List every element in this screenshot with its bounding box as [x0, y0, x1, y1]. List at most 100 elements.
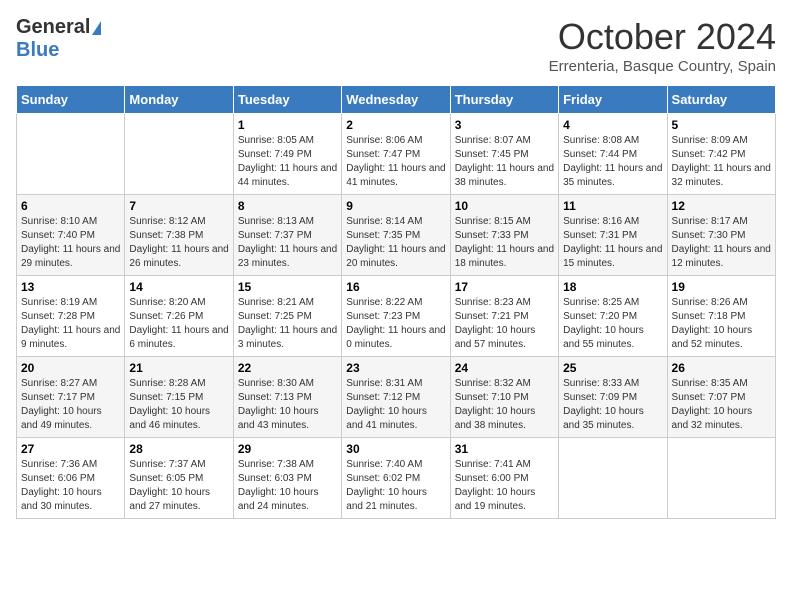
header-wednesday: Wednesday — [342, 86, 450, 114]
calendar-cell: 29 Sunrise: 7:38 AMSunset: 6:03 PMDayligh… — [233, 438, 341, 519]
calendar-cell — [559, 438, 667, 519]
cell-date-number: 30 — [346, 442, 445, 456]
header-thursday: Thursday — [450, 86, 558, 114]
cell-info-text: Sunrise: 8:28 AMSunset: 7:15 PMDaylight:… — [129, 377, 228, 433]
cell-date-number: 28 — [129, 442, 228, 456]
cell-date-number: 10 — [455, 199, 554, 213]
cell-date-number: 12 — [672, 199, 771, 213]
cell-info-text: Sunrise: 8:13 AMSunset: 7:37 PMDaylight:… — [238, 215, 337, 271]
calendar-cell: 7Sunrise: 8:12 AMSunset: 7:38 PMDaylight… — [125, 195, 233, 276]
cell-info-text: Sunrise: 8:17 AMSunset: 7:30 PMDaylight:… — [672, 215, 771, 271]
cell-info-text: Sunrise: 8:06 AMSunset: 7:47 PMDaylight:… — [346, 134, 445, 190]
cell-date-number: 19 — [672, 280, 771, 294]
cell-date-number: 5 — [672, 118, 771, 132]
calendar-cell — [667, 438, 775, 519]
calendar-cell: 8 Sunrise: 8:13 AMSunset: 7:37 PMDaylight… — [233, 195, 341, 276]
cell-info-text: Sunrise: 8:21 AMSunset: 7:25 PMDaylight:… — [238, 296, 337, 352]
cell-date-number: 4 — [563, 118, 662, 132]
cell-info-text: Sunrise: 8:23 AMSunset: 7:21 PMDaylight:… — [455, 296, 554, 352]
cell-date-number: 14 — [129, 280, 228, 294]
calendar-cell: 30 Sunrise: 7:40 AMSunset: 6:02 PMDayligh… — [342, 438, 450, 519]
cell-date-number: 24 — [455, 361, 554, 375]
cell-date-number: 22 — [238, 361, 337, 375]
cell-date-number: 26 — [672, 361, 771, 375]
cell-date-number: 11 — [563, 199, 662, 213]
calendar-cell — [125, 114, 233, 195]
cell-info-text: Sunrise: 7:36 AMSunset: 6:06 PMDaylight:… — [21, 458, 120, 514]
calendar-week-1: 1 Sunrise: 8:05 AMSunset: 7:49 PMDaylight… — [17, 114, 776, 195]
calendar-week-4: 20 Sunrise: 8:27 AMSunset: 7:17 PMDayligh… — [17, 357, 776, 438]
cell-date-number: 31 — [455, 442, 554, 456]
logo-triangle-icon — [92, 21, 101, 35]
cell-date-number: 8 — [238, 199, 337, 213]
cell-date-number: 29 — [238, 442, 337, 456]
cell-info-text: Sunrise: 8:32 AMSunset: 7:10 PMDaylight:… — [455, 377, 554, 433]
cell-info-text: Sunrise: 8:16 AMSunset: 7:31 PMDaylight:… — [563, 215, 662, 271]
cell-info-text: Sunrise: 7:38 AMSunset: 6:03 PMDaylight:… — [238, 458, 337, 514]
calendar-cell: 10 Sunrise: 8:15 AMSunset: 7:33 PMDayligh… — [450, 195, 558, 276]
cell-date-number: 18 — [563, 280, 662, 294]
cell-info-text: Sunrise: 8:15 AMSunset: 7:33 PMDaylight:… — [455, 215, 554, 271]
header-monday: Monday — [125, 86, 233, 114]
cell-info-text: Sunrise: 8:31 AMSunset: 7:12 PMDaylight:… — [346, 377, 445, 433]
logo-blue-text: Blue — [16, 39, 59, 62]
cell-info-text: Sunrise: 8:27 AMSunset: 7:17 PMDaylight:… — [21, 377, 120, 433]
calendar-cell: 18Sunrise: 8:25 AMSunset: 7:20 PMDayligh… — [559, 276, 667, 357]
cell-date-number: 13 — [21, 280, 120, 294]
calendar-cell: 15 Sunrise: 8:21 AMSunset: 7:25 PMDayligh… — [233, 276, 341, 357]
cell-date-number: 15 — [238, 280, 337, 294]
cell-date-number: 6 — [21, 199, 120, 213]
cell-info-text: Sunrise: 8:14 AMSunset: 7:35 PMDaylight:… — [346, 215, 445, 271]
calendar-cell: 24 Sunrise: 8:32 AMSunset: 7:10 PMDayligh… — [450, 357, 558, 438]
calendar-cell: 14 Sunrise: 8:20 AMSunset: 7:26 PMDayligh… — [125, 276, 233, 357]
calendar-cell: 22Sunrise: 8:30 AMSunset: 7:13 PMDayligh… — [233, 357, 341, 438]
calendar-cell: 27 Sunrise: 7:36 AMSunset: 6:06 PMDayligh… — [17, 438, 125, 519]
header: General Blue October 2024 Errenteria, Ba… — [16, 16, 776, 75]
cell-info-text: Sunrise: 7:41 AMSunset: 6:00 PMDaylight:… — [455, 458, 554, 514]
calendar-cell: 2Sunrise: 8:06 AMSunset: 7:47 PMDaylight… — [342, 114, 450, 195]
cell-date-number: 20 — [21, 361, 120, 375]
header-sunday: Sunday — [17, 86, 125, 114]
cell-info-text: Sunrise: 8:35 AMSunset: 7:07 PMDaylight:… — [672, 377, 771, 433]
cell-info-text: Sunrise: 8:19 AMSunset: 7:28 PMDaylight:… — [21, 296, 120, 352]
cell-date-number: 25 — [563, 361, 662, 375]
logo: General Blue — [16, 16, 101, 62]
cell-info-text: Sunrise: 8:10 AMSunset: 7:40 PMDaylight:… — [21, 215, 120, 271]
cell-info-text: Sunrise: 8:22 AMSunset: 7:23 PMDaylight:… — [346, 296, 445, 352]
cell-date-number: 17 — [455, 280, 554, 294]
cell-date-number: 16 — [346, 280, 445, 294]
calendar-cell: 17 Sunrise: 8:23 AMSunset: 7:21 PMDayligh… — [450, 276, 558, 357]
cell-date-number: 1 — [238, 118, 337, 132]
cell-info-text: Sunrise: 8:09 AMSunset: 7:42 PMDaylight:… — [672, 134, 771, 190]
cell-date-number: 9 — [346, 199, 445, 213]
calendar-cell: 5 Sunrise: 8:09 AMSunset: 7:42 PMDaylight… — [667, 114, 775, 195]
cell-info-text: Sunrise: 8:08 AMSunset: 7:44 PMDaylight:… — [563, 134, 662, 190]
header-tuesday: Tuesday — [233, 86, 341, 114]
calendar-cell: 21Sunrise: 8:28 AMSunset: 7:15 PMDayligh… — [125, 357, 233, 438]
cell-date-number: 3 — [455, 118, 554, 132]
calendar-cell: 4 Sunrise: 8:08 AMSunset: 7:44 PMDaylight… — [559, 114, 667, 195]
calendar-week-2: 6 Sunrise: 8:10 AMSunset: 7:40 PMDaylight… — [17, 195, 776, 276]
cell-date-number: 27 — [21, 442, 120, 456]
cell-info-text: Sunrise: 8:12 AMSunset: 7:38 PMDaylight:… — [129, 215, 228, 271]
cell-info-text: Sunrise: 8:05 AMSunset: 7:49 PMDaylight:… — [238, 134, 337, 190]
calendar-week-3: 13 Sunrise: 8:19 AMSunset: 7:28 PMDayligh… — [17, 276, 776, 357]
calendar-cell: 23Sunrise: 8:31 AMSunset: 7:12 PMDayligh… — [342, 357, 450, 438]
cell-info-text: Sunrise: 8:33 AMSunset: 7:09 PMDaylight:… — [563, 377, 662, 433]
calendar-cell: 20 Sunrise: 8:27 AMSunset: 7:17 PMDayligh… — [17, 357, 125, 438]
cell-info-text: Sunrise: 8:20 AMSunset: 7:26 PMDaylight:… — [129, 296, 228, 352]
month-title: October 2024 — [549, 16, 776, 58]
calendar-cell: 12 Sunrise: 8:17 AMSunset: 7:30 PMDayligh… — [667, 195, 775, 276]
calendar-week-5: 27 Sunrise: 7:36 AMSunset: 6:06 PMDayligh… — [17, 438, 776, 519]
calendar-cell: 26 Sunrise: 8:35 AMSunset: 7:07 PMDayligh… — [667, 357, 775, 438]
calendar-header-row: SundayMondayTuesdayWednesdayThursdayFrid… — [17, 86, 776, 114]
title-section: October 2024 Errenteria, Basque Country,… — [549, 16, 776, 75]
calendar-cell: 1 Sunrise: 8:05 AMSunset: 7:49 PMDaylight… — [233, 114, 341, 195]
cell-info-text: Sunrise: 7:37 AMSunset: 6:05 PMDaylight:… — [129, 458, 228, 514]
calendar-cell: 16 Sunrise: 8:22 AMSunset: 7:23 PMDayligh… — [342, 276, 450, 357]
cell-info-text: Sunrise: 8:26 AMSunset: 7:18 PMDaylight:… — [672, 296, 771, 352]
header-saturday: Saturday — [667, 86, 775, 114]
cell-info-text: Sunrise: 7:40 AMSunset: 6:02 PMDaylight:… — [346, 458, 445, 514]
calendar-cell: 11 Sunrise: 8:16 AMSunset: 7:31 PMDayligh… — [559, 195, 667, 276]
calendar-cell — [17, 114, 125, 195]
